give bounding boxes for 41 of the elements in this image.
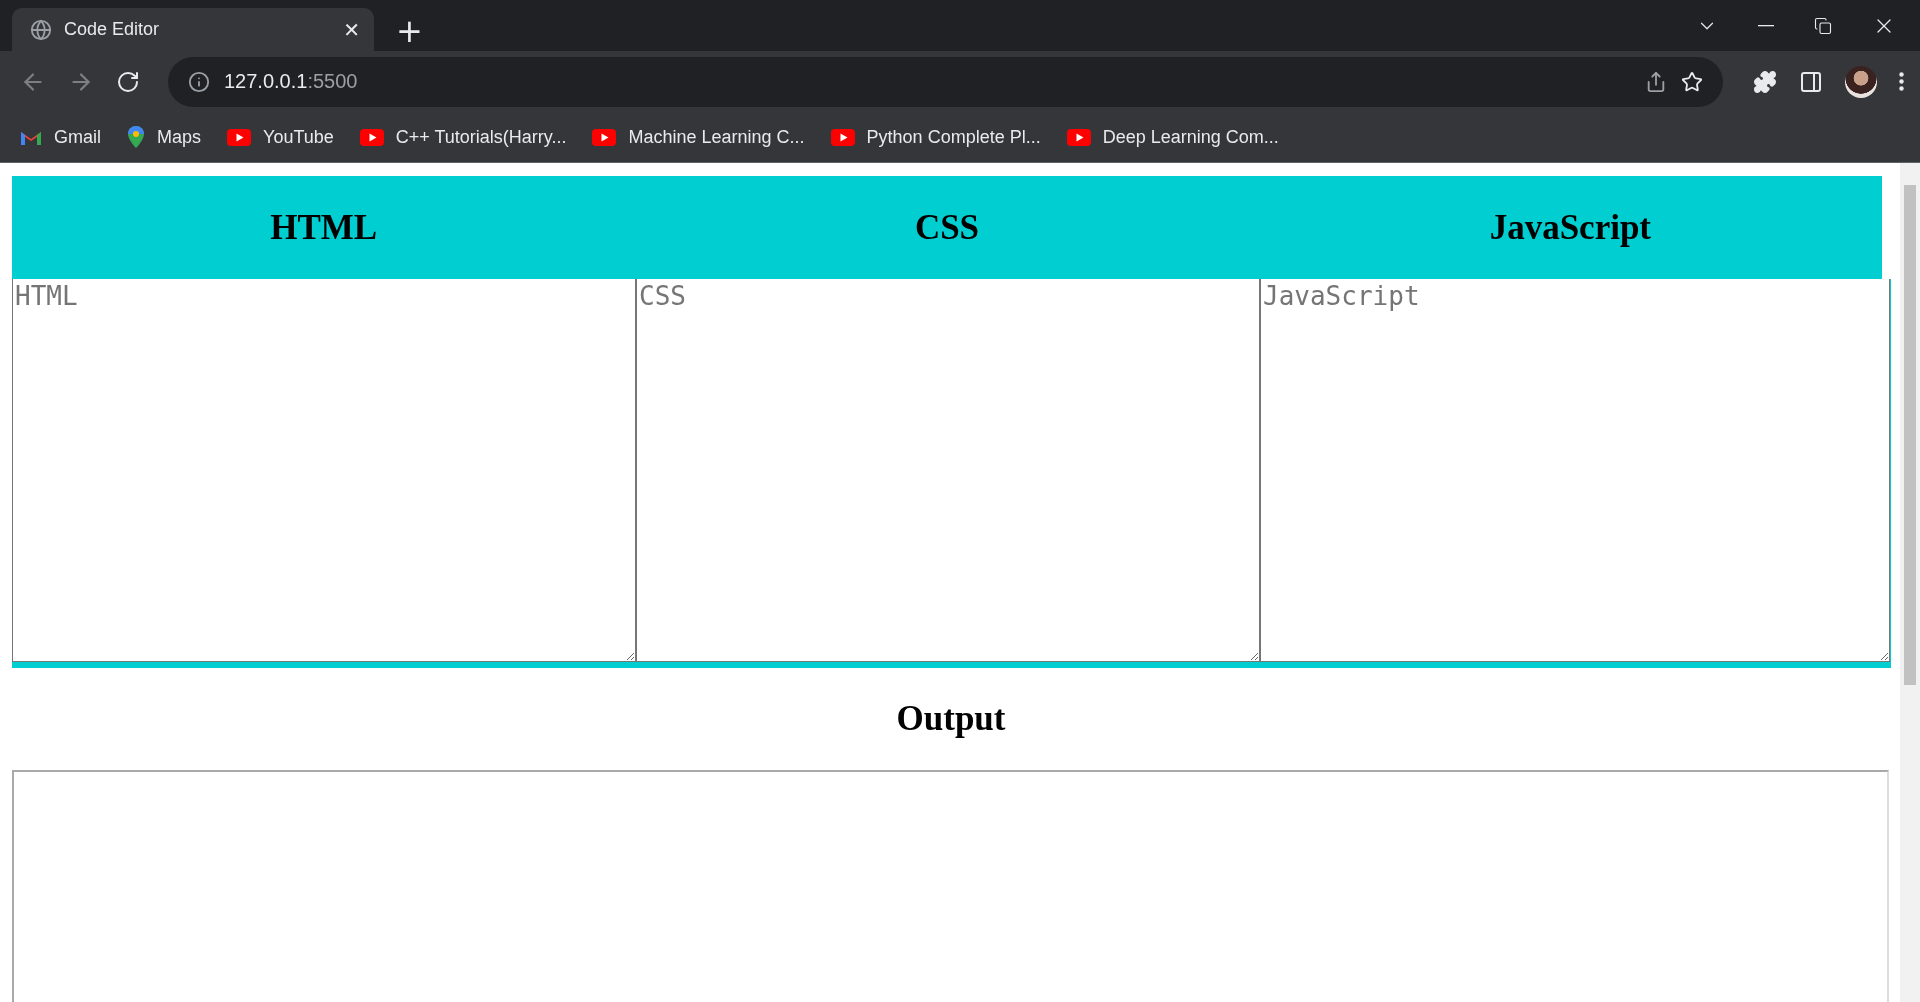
menu-button[interactable] bbox=[1899, 72, 1904, 91]
bookmark-link[interactable]: Python Complete Pl... bbox=[830, 126, 1041, 148]
minimize-button[interactable] bbox=[1758, 24, 1774, 27]
profile-avatar[interactable] bbox=[1845, 65, 1877, 98]
bookmark-star-button[interactable] bbox=[1681, 70, 1703, 93]
restore-icon bbox=[1814, 16, 1832, 35]
extensions-button[interactable] bbox=[1753, 69, 1777, 94]
code-textarea[interactable]: JavaScript bbox=[1260, 279, 1890, 662]
menu-icon bbox=[1899, 72, 1904, 91]
page-scrollbar[interactable] bbox=[1900, 163, 1920, 1002]
output-heading: Output bbox=[895, 698, 1007, 740]
code-textarea[interactable]: CSS bbox=[636, 279, 1260, 662]
play-icon bbox=[359, 128, 384, 146]
play-icon bbox=[227, 128, 252, 146]
pane-heading: JavaScript bbox=[1488, 207, 1652, 248]
bookmark-link[interactable]: Machine Learning C... bbox=[592, 126, 805, 148]
bookmark-link[interactable]: C++ Tutorials(Harry... bbox=[359, 126, 567, 148]
address-bar[interactable]: 127.0.0.1:5500 bbox=[168, 56, 1723, 107]
restore-button[interactable] bbox=[1814, 16, 1832, 35]
reload-button[interactable] bbox=[116, 69, 140, 94]
minimize-icon bbox=[1758, 24, 1774, 27]
side-panel-button[interactable] bbox=[1799, 69, 1823, 94]
map-pin-icon bbox=[127, 125, 145, 149]
browser-tab[interactable]: Code Editor ✕ bbox=[12, 8, 374, 51]
close-tab-button[interactable]: ✕ bbox=[343, 17, 360, 42]
share-button[interactable] bbox=[1645, 70, 1667, 93]
url-text: 127.0.0.1:5500 bbox=[224, 70, 359, 93]
pane-heading: HTML bbox=[269, 207, 379, 248]
play-icon bbox=[592, 128, 617, 146]
bookmark-link[interactable]: YouTube bbox=[227, 126, 334, 148]
tab-title: Code Editor bbox=[64, 19, 161, 40]
bookmark-link[interactable]: Gmail bbox=[20, 126, 101, 148]
bookmark-link[interactable]: Maps bbox=[127, 125, 202, 149]
globe-icon bbox=[30, 18, 52, 41]
new-tab-button[interactable]: + bbox=[392, 15, 427, 47]
pane-heading: CSS bbox=[913, 207, 981, 248]
bookmark-link[interactable]: Deep Learning Com... bbox=[1066, 126, 1279, 148]
play-icon bbox=[830, 128, 855, 146]
play-icon bbox=[1066, 128, 1091, 146]
info-icon bbox=[188, 70, 210, 93]
code-textarea[interactable]: HTML bbox=[12, 279, 636, 662]
